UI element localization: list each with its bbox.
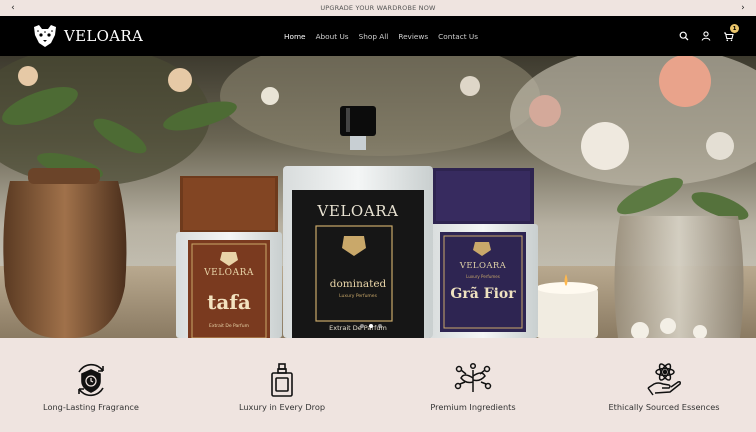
feature-label: Luxury in Every Drop bbox=[238, 402, 326, 412]
cart-icon[interactable]: 1 bbox=[722, 24, 739, 42]
search-icon[interactable] bbox=[678, 30, 690, 42]
slide-dot[interactable] bbox=[360, 324, 364, 328]
feature-label: Ethically Sourced Essences bbox=[608, 402, 720, 412]
bottle-dominated-sub: Luxury Perfumes bbox=[339, 294, 377, 299]
brand-logo[interactable]: VELOARA bbox=[31, 23, 143, 49]
slide-dot-active[interactable] bbox=[369, 324, 373, 328]
cart-count-badge: 1 bbox=[730, 24, 739, 33]
feature-label: Long-Lasting Fragrance bbox=[43, 402, 139, 412]
slide-dot[interactable] bbox=[378, 324, 382, 328]
bottle-dominated: VELOARA dominated Luxury Perfumes Extrai… bbox=[292, 56, 424, 338]
nav-shop-all[interactable]: Shop All bbox=[359, 32, 389, 41]
bottle-gra-fior-name: Grã Fior bbox=[450, 286, 516, 302]
main-nav: Home About Us Shop All Reviews Contact U… bbox=[284, 16, 478, 56]
account-icon[interactable] bbox=[700, 30, 712, 42]
feature-label: Premium Ingredients bbox=[430, 402, 516, 412]
features-section: Long-Lasting Fragrance Luxury in Every D… bbox=[0, 338, 756, 432]
perfume-bottle-icon bbox=[262, 360, 302, 400]
bottle-dominated-caption: Extrait De Parfum bbox=[329, 324, 387, 332]
header-actions: 1 bbox=[678, 16, 739, 56]
announcement-text: UPGRADE YOUR WARDROBE NOW bbox=[320, 4, 436, 12]
leopard-logo-icon bbox=[34, 25, 56, 47]
slider-dots bbox=[360, 324, 382, 328]
feature-premium-ingredients: Premium Ingredients bbox=[383, 360, 563, 412]
feature-ethically-sourced: Ethically Sourced Essences bbox=[574, 360, 754, 412]
leaf-molecule-icon bbox=[453, 360, 493, 400]
bottle-tafa-sub: Extrait De Parfum bbox=[209, 324, 249, 329]
bottle-gra-fior: VELOARA Luxury Perfumes Grã Fior bbox=[440, 56, 526, 338]
nav-home[interactable]: Home bbox=[284, 32, 306, 41]
nav-about-us[interactable]: About Us bbox=[316, 32, 349, 41]
bottle-tafa-brand: VELOARA bbox=[204, 268, 254, 278]
hand-atom-icon bbox=[644, 360, 684, 400]
bottle-dominated-brand: VELOARA bbox=[317, 202, 399, 220]
chevron-left-icon[interactable]: ‹ bbox=[5, 0, 21, 16]
chevron-right-icon[interactable]: › bbox=[735, 0, 751, 16]
bottle-dominated-name: dominated bbox=[329, 278, 387, 290]
bottle-gra-fior-brand: VELOARA bbox=[459, 261, 507, 271]
site-header: VELOARA Home About Us Shop All Reviews C… bbox=[0, 16, 756, 56]
shield-clock-icon bbox=[71, 360, 111, 400]
bottle-tafa-name: tafa bbox=[207, 290, 251, 314]
feature-long-lasting: Long-Lasting Fragrance bbox=[1, 360, 181, 412]
bottle-tafa: VELOARA tafa Extrait De Parfum bbox=[188, 56, 270, 338]
feature-luxury-drop: Luxury in Every Drop bbox=[192, 360, 372, 412]
nav-reviews[interactable]: Reviews bbox=[398, 32, 428, 41]
brand-name: VELOARA bbox=[64, 27, 144, 45]
nav-contact-us[interactable]: Contact Us bbox=[438, 32, 478, 41]
announcement-bar: ‹ UPGRADE YOUR WARDROBE NOW › bbox=[0, 0, 756, 16]
hero-banner[interactable]: VELOARA tafa Extrait De Parfum VELOARA d… bbox=[0, 56, 756, 338]
bottle-gra-fior-sub: Luxury Perfumes bbox=[466, 274, 500, 279]
